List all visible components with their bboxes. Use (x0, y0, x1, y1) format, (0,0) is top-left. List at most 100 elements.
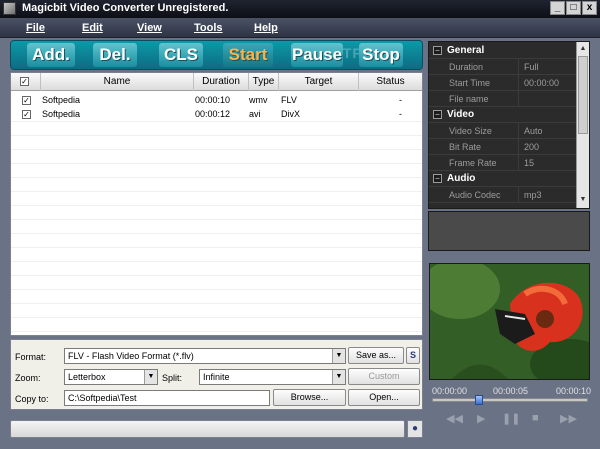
menu-edit[interactable]: Edit (82, 22, 103, 34)
gridline (11, 177, 422, 178)
table-row[interactable]: ✓ Softpedia 00:00:10 wmv FLV - (11, 94, 422, 107)
pause-button[interactable]: Pause (291, 43, 343, 67)
select-all-checkbox[interactable]: ✓ (20, 77, 29, 86)
pause-icon[interactable]: ❚❚ (502, 412, 520, 425)
previous-icon[interactable]: ◀◀ (446, 412, 463, 425)
gridline (11, 261, 422, 262)
scroll-down-icon[interactable]: ▼ (578, 194, 588, 206)
gridline (11, 163, 422, 164)
chevron-down-icon: ▼ (332, 349, 345, 363)
row-checkbox[interactable]: ✓ (22, 110, 31, 119)
minimize-button[interactable]: _ (550, 1, 565, 15)
open-button[interactable]: Open... (348, 389, 420, 406)
split-label: Split: (162, 373, 183, 383)
prop-duration[interactable]: Duration Full (429, 59, 577, 75)
chevron-down-icon: ▼ (332, 370, 345, 384)
copy-to-field[interactable]: C:\Softpedia\Test (64, 390, 270, 406)
start-button[interactable]: Start (223, 43, 273, 67)
menu-help[interactable]: Help (254, 22, 278, 34)
prop-video-size[interactable]: Video Size Auto (429, 123, 577, 139)
row-status: - (399, 95, 402, 105)
output-settings-panel: Format: FLV - Flash Video Format (*.flv)… (10, 339, 423, 410)
collapse-icon[interactable]: − (433, 110, 442, 119)
col-target[interactable]: Target (279, 73, 359, 91)
col-type[interactable]: Type (249, 73, 279, 91)
category-audio[interactable]: − Audio (429, 171, 577, 187)
properties-grid[interactable]: − General Duration Full Start Time 00:00… (428, 41, 590, 209)
browse-button[interactable]: Browse... (273, 389, 346, 406)
list-header: ✓ Name Duration Type Target Status (11, 73, 422, 91)
menu-view[interactable]: View (137, 22, 162, 34)
seek-bar[interactable] (432, 398, 588, 402)
chevron-down-icon: ▼ (144, 370, 157, 384)
zoom-value: Letterbox (68, 372, 106, 382)
gridline (11, 331, 422, 332)
property-description (428, 211, 590, 251)
table-row[interactable]: ✓ Softpedia 00:00:12 avi DivX - (11, 108, 422, 121)
drop-icon[interactable]: ● (407, 420, 423, 438)
gridline (11, 275, 422, 276)
prop-bit-rate[interactable]: Bit Rate 200 (429, 139, 577, 155)
status-bar (10, 420, 405, 438)
gridline (11, 247, 422, 248)
col-duration[interactable]: Duration (194, 73, 249, 91)
menu-tools[interactable]: Tools (194, 22, 223, 34)
row-target: FLV (281, 95, 297, 105)
format-label: Format: (15, 352, 47, 362)
menu-bar: File Edit View Tools Help (0, 18, 600, 38)
gridline (11, 303, 422, 304)
properties-scrollbar[interactable]: ▲ ▼ (576, 42, 589, 208)
scroll-thumb[interactable] (578, 56, 588, 134)
gridline (11, 233, 422, 234)
time-start: 00:00:00 (432, 386, 468, 396)
row-name: Softpedia (42, 109, 81, 119)
title-bar: Magicbit Video Converter Unregistered. _… (0, 0, 600, 18)
clear-button[interactable]: CLS (159, 43, 203, 67)
close-button[interactable]: x (582, 1, 597, 15)
file-list[interactable]: ✓ Name Duration Type Target Status ✓ Sof… (10, 72, 423, 336)
prop-start-time[interactable]: Start Time 00:00:00 (429, 75, 577, 91)
row-duration: 00:00:12 (195, 109, 231, 119)
gridline (11, 121, 422, 122)
time-end: 00:00:10 (556, 386, 592, 396)
category-general[interactable]: − General (429, 43, 577, 59)
time-mid: 00:00:05 (493, 386, 529, 396)
col-status[interactable]: Status (359, 73, 422, 91)
gridline (11, 317, 422, 318)
seek-knob[interactable] (474, 395, 483, 405)
window-title: Magicbit Video Converter Unregistered. (22, 2, 229, 14)
row-checkbox[interactable]: ✓ (22, 96, 31, 105)
split-value: Infinite (203, 372, 230, 382)
add-button[interactable]: Add. (27, 43, 75, 67)
scroll-up-icon[interactable]: ▲ (578, 43, 588, 55)
row-status: - (399, 109, 402, 119)
category-video[interactable]: − Video (429, 107, 577, 123)
gridline (11, 191, 422, 192)
settings-s-button[interactable]: S (406, 347, 420, 364)
row-type: wmv (249, 95, 268, 105)
app-icon (3, 2, 16, 15)
split-select[interactable]: Infinite ▼ (199, 369, 346, 385)
menu-file[interactable]: File (26, 22, 45, 34)
select-all-cell: ✓ (11, 73, 41, 91)
prop-audio-codec[interactable]: Audio Codec mp3 (429, 187, 577, 203)
stop-icon[interactable]: ■ (532, 412, 539, 424)
video-preview (429, 263, 590, 380)
delete-button[interactable]: Del. (93, 43, 137, 67)
next-icon[interactable]: ▶▶ (560, 412, 577, 425)
col-name[interactable]: Name (41, 73, 194, 91)
stop-button[interactable]: Stop (359, 43, 403, 67)
gridline (11, 289, 422, 290)
maximize-button[interactable]: □ (566, 1, 581, 15)
prop-frame-rate[interactable]: Frame Rate 15 (429, 155, 577, 171)
zoom-label: Zoom: (15, 373, 41, 383)
custom-button[interactable]: Custom (348, 368, 420, 385)
format-select[interactable]: FLV - Flash Video Format (*.flv) ▼ (64, 348, 346, 364)
collapse-icon[interactable]: − (433, 46, 442, 55)
collapse-icon[interactable]: − (433, 174, 442, 183)
play-icon[interactable]: ▶ (477, 412, 485, 425)
prop-file-name[interactable]: File name (429, 91, 577, 107)
gridline (11, 149, 422, 150)
save-as-button[interactable]: Save as... (348, 347, 404, 364)
zoom-select[interactable]: Letterbox ▼ (64, 369, 158, 385)
